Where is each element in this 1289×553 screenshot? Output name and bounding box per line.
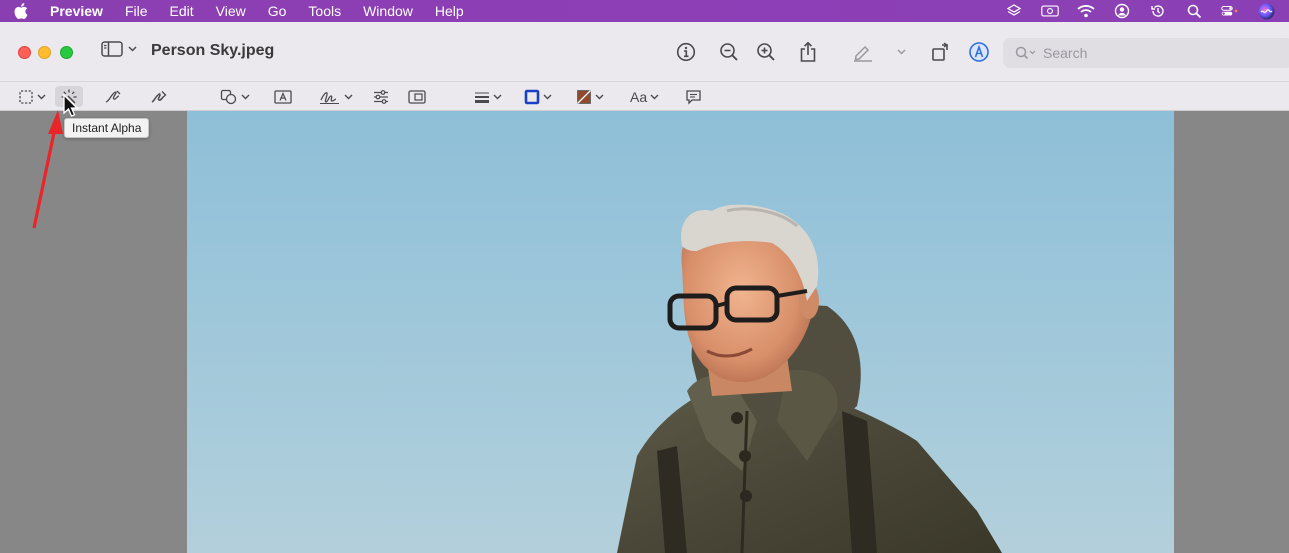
zoom-in-icon[interactable] [754,40,778,64]
menu-tools[interactable]: Tools [297,0,352,22]
spotlight-icon[interactable] [1185,3,1203,19]
sign-button[interactable] [319,86,353,107]
text-style-button[interactable]: Aa [630,86,659,107]
adjust-size-icon [408,89,426,104]
annotate-button[interactable] [685,86,702,107]
window-toolbar: Person Sky.jpeg [0,22,1289,82]
markup-icon[interactable] [967,40,991,64]
markup-toolbar: Aa [0,82,1289,111]
menu-bar: Preview File Edit View Go Tools Window H… [0,0,1289,22]
search-input[interactable] [1043,45,1243,61]
chevron-down-icon [543,94,552,99]
fill-color-icon [577,89,591,104]
share-icon[interactable] [796,40,820,64]
border-color-button[interactable] [524,86,552,107]
chevron-down-icon [241,94,250,99]
search-icon [1015,46,1035,60]
shapes-icon [220,89,237,104]
info-icon[interactable] [674,40,698,64]
adjust-color-button[interactable] [373,86,389,107]
photo-content [617,204,1002,553]
shape-style-icon [475,92,489,103]
chevron-down-icon [128,46,137,52]
time-machine-icon[interactable] [1149,3,1167,19]
text-box-button[interactable] [274,86,292,107]
adjust-size-button[interactable] [408,86,426,107]
highlight-icon[interactable] [851,40,875,64]
fill-color-button[interactable] [576,86,604,107]
chevron-down-icon [595,94,604,99]
menu-go[interactable]: Go [257,0,298,22]
siri-icon[interactable] [1257,3,1275,19]
image-view[interactable] [187,111,1174,553]
adjust-color-icon [374,89,388,104]
menu-edit[interactable]: Edit [159,0,205,22]
status-bar [1005,0,1289,22]
border-color-icon [524,89,540,104]
user-icon[interactable] [1113,3,1131,19]
menu-help[interactable]: Help [424,0,475,22]
annotation-arrow-icon [32,110,63,229]
shape-style-button[interactable] [474,86,502,107]
screen-record-icon[interactable] [1041,3,1059,19]
rotate-icon[interactable] [929,40,953,64]
chevron-down-icon [493,94,502,99]
highlight-menu-chevron-icon[interactable] [889,40,913,64]
draw-icon [151,90,167,103]
sign-icon [320,91,339,104]
text-style-label: Aa [630,88,648,105]
wifi-icon[interactable] [1077,3,1095,19]
menu-view[interactable]: View [205,0,257,22]
annotate-icon [686,89,701,105]
draw-tool-button[interactable] [150,86,168,107]
text-icon [274,89,292,104]
shapes-button[interactable] [220,86,250,107]
chevron-down-icon [650,94,659,99]
chevron-down-icon [344,94,353,99]
layers-icon[interactable] [1005,3,1023,19]
control-center-icon[interactable] [1221,3,1239,19]
zoom-out-icon[interactable] [717,40,741,64]
menu-file[interactable]: File [114,0,159,22]
search-field[interactable] [1003,38,1289,68]
menu-window[interactable]: Window [352,0,424,22]
document-title: Person Sky.jpeg [151,42,275,59]
